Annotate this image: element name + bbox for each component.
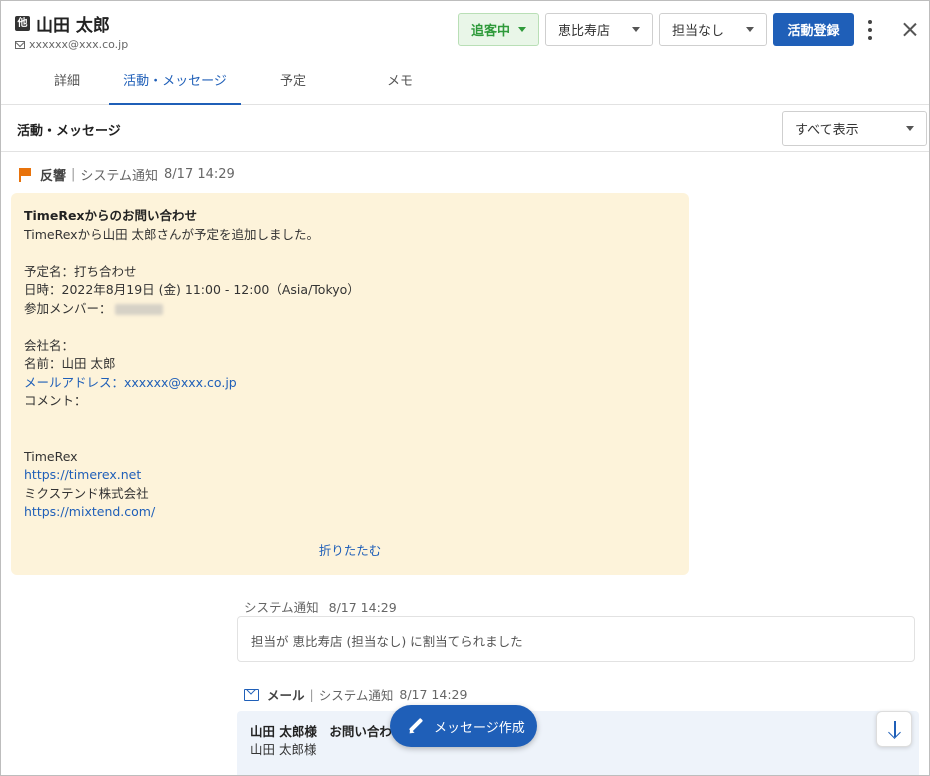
message-line: ミクステンド株式会社 (24, 485, 149, 501)
mail-subject: 山田 太郎様 お問い合わ (250, 724, 392, 739)
system-notice-box: 担当が 恵比寿店 (担当なし) に割当てられました (237, 616, 915, 662)
meta-separator: | (71, 167, 76, 182)
message-line: 日時：2022年8月19日 (金) 11:00 - 12:00（Asia/Tok… (24, 282, 360, 297)
email-link[interactable]: メールアドレス：xxxxxx@xxx.co.jp (24, 374, 676, 393)
timerex-link[interactable]: https://timerex.net (24, 466, 676, 485)
activity-register-button[interactable]: 活動登録 (773, 13, 854, 46)
customer-detail-panel: 他 山田 太郎 xxxxxx@xxx.co.jp 追客中 恵比寿店 担当なし 活… (0, 0, 930, 776)
members-row: 参加メンバー： (24, 300, 676, 319)
caret-down-icon (906, 126, 914, 131)
status-value: 追客中 (471, 24, 511, 39)
assignee-select[interactable]: 担当なし (659, 13, 767, 46)
store-select[interactable]: 恵比寿店 (545, 13, 653, 46)
feed-item-source: システム通知 (244, 600, 319, 615)
tab-schedule[interactable]: 予定 (267, 65, 319, 105)
customer-name-row: 他 山田 太郎 (15, 11, 110, 36)
header: 他 山田 太郎 xxxxxx@xxx.co.jp 追客中 恵比寿店 担当なし 活… (1, 1, 929, 65)
flag-icon (19, 167, 31, 182)
caret-down-icon (518, 27, 526, 32)
envelope-icon (15, 40, 25, 49)
filter-select[interactable]: すべて表示 (782, 111, 927, 146)
message-title: TimeRexからのお問い合わせ (24, 208, 197, 223)
filter-value: すべて表示 (795, 123, 859, 138)
redacted-member (114, 303, 163, 315)
caret-down-icon (632, 27, 640, 32)
pencil-icon (408, 718, 424, 734)
feed-item-meta: メール | システム通知 8/17 14:29 (244, 685, 467, 704)
message-line: TimeRex (24, 448, 78, 464)
caret-down-icon (746, 27, 754, 32)
feed-item-time: 8/17 14:29 (164, 167, 235, 182)
message-line: コメント： (24, 393, 87, 408)
mixtend-link[interactable]: https://mixtend.com/ (24, 503, 676, 522)
customer-email-row: xxxxxx@xxx.co.jp (15, 38, 128, 51)
section-bar: 活動・メッセージ すべて表示 (1, 105, 929, 152)
mail-body: 山田 太郎様 (250, 742, 317, 757)
more-options-icon[interactable] (863, 18, 877, 42)
message-line: 会社名： (24, 337, 75, 353)
status-select[interactable]: 追客中 (458, 13, 539, 46)
feed-item-source: システム通知 (80, 169, 159, 184)
tab-activity-messages[interactable]: 活動・メッセージ (109, 65, 241, 105)
compose-message-button[interactable]: メッセージ作成 (390, 705, 537, 747)
feed-item-meta: 反響 | システム通知 8/17 14:29 (19, 165, 235, 184)
feed-item-meta: システム通知 8/17 14:29 (244, 597, 397, 616)
tab-details[interactable]: 詳細 (41, 65, 93, 105)
mail-message-card[interactable]: 山田 太郎様 お問い合わ 山田 太郎様 (237, 711, 919, 775)
close-icon[interactable] (897, 17, 923, 43)
system-notice-text: 担当が 恵比寿店 (担当なし) に割当てられました (251, 634, 523, 649)
message-line: TimeRexから山田 太郎さんが予定を追加しました。 (24, 226, 320, 242)
mail-icon (244, 688, 259, 701)
collapse-link[interactable]: 折りたたむ (11, 542, 689, 561)
tab-bar: 詳細 活動・メッセージ 予定 メモ (1, 65, 929, 105)
assignee-value: 担当なし (672, 24, 725, 39)
feed-item-source: システム通知 (318, 688, 394, 703)
tab-memo[interactable]: メモ (374, 65, 426, 105)
feed-item-time: 8/17 14:29 (399, 687, 468, 702)
feed-item-type: メール (267, 688, 305, 703)
inquiry-message-card: TimeRexからのお問い合わせ TimeRexから山田 太郎さんが予定を追加し… (11, 193, 689, 575)
message-line: 名前：山田 太郎 (24, 356, 116, 371)
meta-separator: | (309, 687, 314, 702)
section-title: 活動・メッセージ (17, 124, 121, 139)
category-badge: 他 (15, 16, 30, 31)
customer-email: xxxxxx@xxx.co.jp (29, 38, 129, 51)
message-line: 参加メンバー： (24, 300, 112, 316)
arrow-down-icon[interactable] (876, 711, 912, 747)
compose-label: メッセージ作成 (434, 720, 525, 736)
feed-item-type: 反響 (40, 169, 67, 184)
feed-item-time: 8/17 14:29 (328, 600, 397, 615)
customer-name: 山田 太郎 (36, 16, 110, 36)
message-line: 予定名：打ち合わせ (24, 263, 137, 279)
store-value: 恵比寿店 (558, 24, 611, 39)
